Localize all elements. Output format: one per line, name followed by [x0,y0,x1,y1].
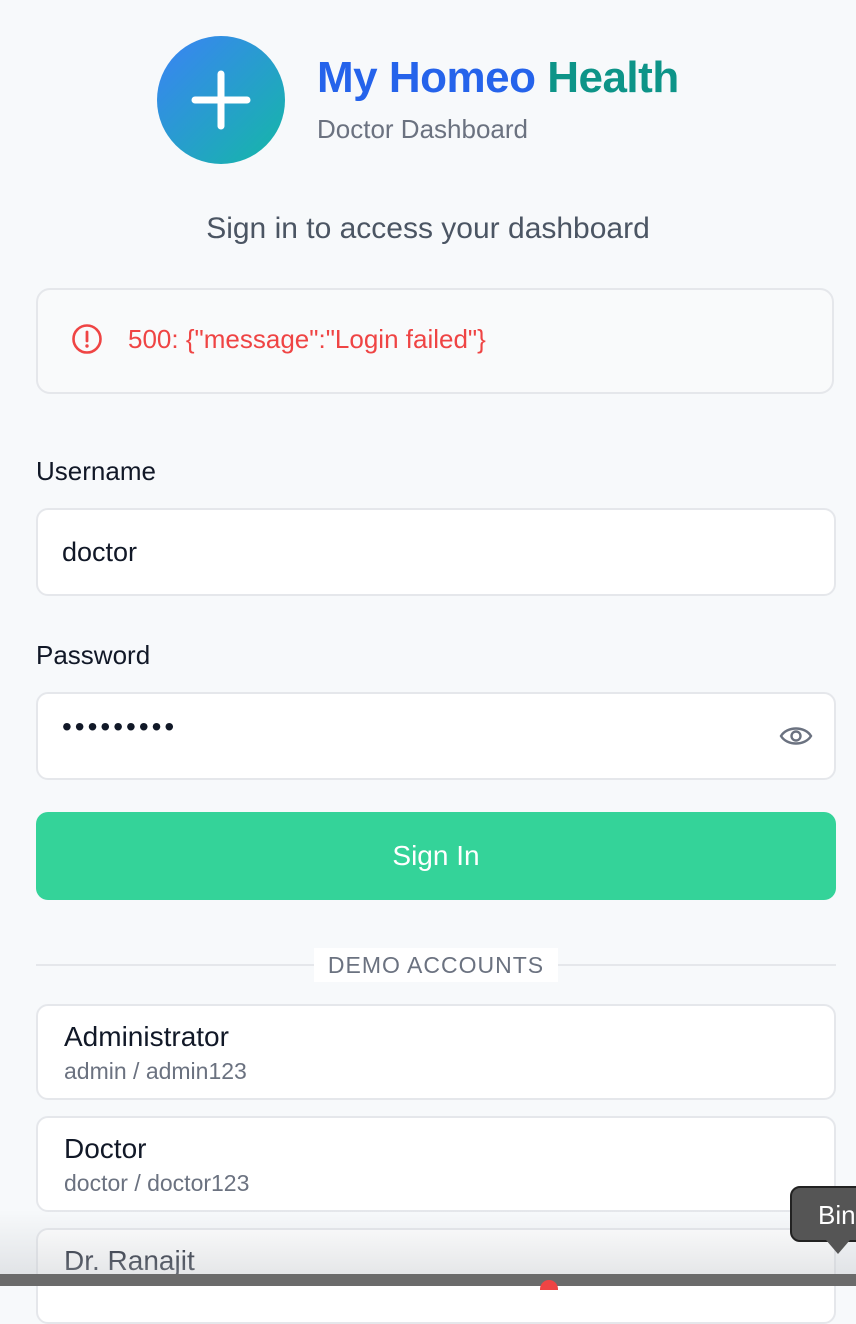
password-label: Password [36,640,151,670]
app-title-part1: My Homeo [317,52,536,102]
username-label: Username [36,456,156,486]
demo-account-card[interactable]: Doctor doctor / doctor123 [36,1116,836,1212]
demo-accounts-heading: DEMO ACCOUNTS [314,948,558,982]
page-subtitle: Sign in to access your dashboard [206,212,650,245]
demo-account-name: Doctor [64,1133,147,1164]
bottom-bar [0,1274,856,1286]
demo-account-name: Administrator [64,1021,229,1052]
password-masked-value: ••••••••• [62,711,178,742]
brand-header: My Homeo Health Doctor Dashboard [157,36,679,164]
plus-icon [191,70,251,130]
error-alert: 500: {"message":"Login failed"} [36,288,834,394]
demo-account-card[interactable]: Administrator admin / admin123 [36,1004,836,1100]
tooltip-arrow [826,1240,850,1254]
sign-in-button[interactable]: Sign In [36,812,836,900]
error-message: 500: {"message":"Login failed"} [128,324,486,354]
alert-circle-icon [72,324,102,354]
demo-account-credentials: doctor / doctor123 [64,1170,250,1196]
brand-text: My Homeo Health Doctor Dashboard [317,52,679,145]
demo-account-name: Dr. Ranajit [64,1245,195,1276]
app-title-part2: Health [547,52,679,102]
eye-icon[interactable] [779,721,813,751]
logo [157,36,285,164]
demo-account-credentials: admin / admin123 [64,1058,247,1084]
app-subtitle: Doctor Dashboard [317,113,528,144]
username-input[interactable] [36,508,836,596]
tooltip: Bin [790,1186,856,1242]
app-title: My Homeo Health [317,52,679,102]
